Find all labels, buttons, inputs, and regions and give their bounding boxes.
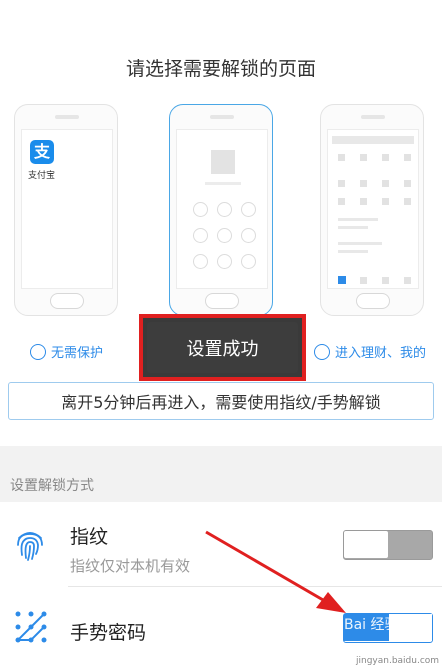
- phone-preview-app-open[interactable]: [169, 104, 273, 316]
- phone-preview-finance[interactable]: [320, 104, 424, 316]
- section-label: 设置解锁方式: [10, 478, 94, 494]
- success-toast: 设置成功: [147, 322, 298, 373]
- gesture-dot: [241, 254, 256, 269]
- page-title: 请选择需要解锁的页面: [125, 58, 316, 80]
- phone-screen: [327, 129, 419, 289]
- mini-tab: [382, 277, 389, 284]
- gesture-dot: [193, 254, 208, 269]
- alipay-icon: 支: [30, 140, 54, 164]
- fingerprint-toggle[interactable]: [343, 530, 433, 560]
- mini-icon: [338, 154, 345, 161]
- mini-text-line: [338, 218, 378, 221]
- gesture-dot: [217, 202, 232, 217]
- mini-icon: [382, 198, 389, 205]
- mini-text-line: [338, 226, 368, 229]
- phone-screen: [176, 129, 268, 289]
- mini-icon: [404, 198, 411, 205]
- gesture-dot: [217, 254, 232, 269]
- lock-notice: 离开5分钟后再进入，需要使用指纹/手势解锁: [8, 382, 434, 420]
- phone-speaker: [210, 115, 234, 119]
- option-label: 进入理财、我的: [335, 346, 427, 361]
- mini-icon: [360, 198, 367, 205]
- fingerprint-title: 指纹: [70, 526, 109, 548]
- gesture-dot: [193, 202, 208, 217]
- gesture-dot: [241, 228, 256, 243]
- mini-tab: [360, 277, 367, 284]
- mini-header: [332, 136, 414, 144]
- mini-tab-active: [338, 276, 346, 284]
- mini-icon: [404, 154, 411, 161]
- mini-text-line: [338, 250, 368, 253]
- mini-tab: [404, 277, 411, 284]
- gesture-dot: [241, 202, 256, 217]
- gesture-dot: [193, 228, 208, 243]
- option-finance[interactable]: 进入理财、我的: [314, 342, 426, 361]
- radio-icon[interactable]: [30, 343, 46, 360]
- mini-icon: [382, 180, 389, 187]
- phone-screen: 支 支付宝: [21, 129, 113, 289]
- mini-icon: [404, 180, 411, 187]
- success-toast-highlight: 设置成功: [139, 314, 306, 381]
- watermark-url: jingyan.baidu.com: [356, 656, 440, 666]
- row-divider: [68, 586, 442, 587]
- phone-speaker: [55, 115, 79, 119]
- phone-speaker: [361, 115, 385, 119]
- gesture-dot: [217, 228, 232, 243]
- option-no-protection[interactable]: 无需保护: [30, 342, 103, 361]
- phone-home-button: [205, 293, 239, 309]
- mini-icon: [382, 154, 389, 161]
- mini-icon: [360, 154, 367, 161]
- phone-home-button: [50, 293, 84, 309]
- gesture-title: 手势密码: [70, 622, 147, 644]
- option-label: 无需保护: [51, 346, 104, 361]
- mini-text-line: [338, 242, 382, 245]
- mini-icon: [360, 180, 367, 187]
- lock-avatar: [211, 150, 235, 174]
- radio-icon[interactable]: [314, 343, 330, 360]
- alipay-label: 支付宝: [28, 171, 56, 181]
- phone-preview-no-protection[interactable]: 支 支付宝: [14, 104, 118, 316]
- mini-icon: [338, 180, 345, 187]
- phone-home-button: [356, 293, 390, 309]
- mini-icon: [338, 198, 345, 205]
- toggle-knob: [344, 531, 388, 558]
- fingerprint-subtitle: 指纹仅对本机有效: [70, 557, 191, 575]
- gesture-pattern-icon: [15, 611, 47, 643]
- lock-name-placeholder: [205, 182, 241, 185]
- fingerprint-icon: [17, 532, 43, 561]
- baidu-watermark: Bai 经验: [344, 617, 399, 633]
